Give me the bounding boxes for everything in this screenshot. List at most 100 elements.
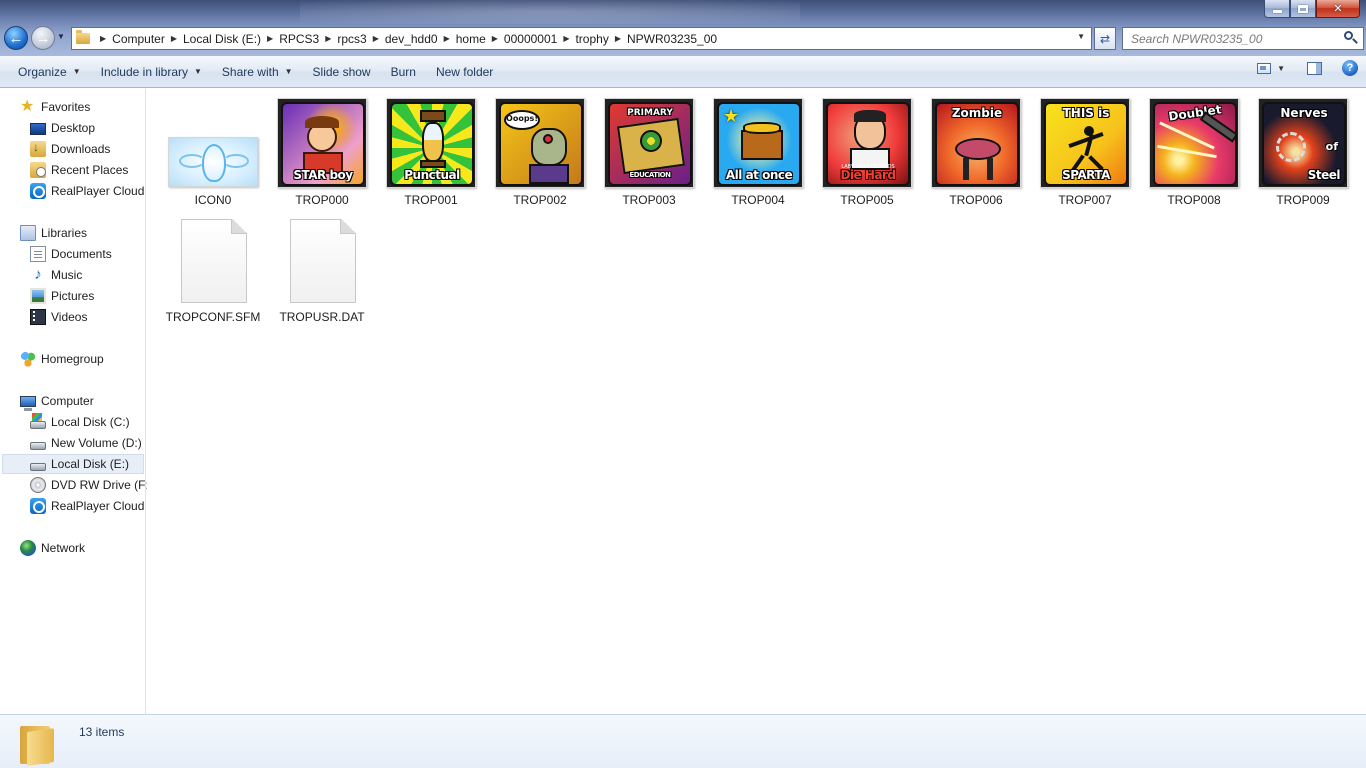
- breadcrumb-dev-hdd0[interactable]: dev_hdd0: [385, 32, 438, 46]
- nav-realplayer-cloud-favorite[interactable]: RealPlayer Cloud: [30, 181, 144, 201]
- breadcrumb-home[interactable]: home: [456, 32, 486, 46]
- nav-computer[interactable]: Computer: [20, 391, 94, 411]
- documents-icon: [30, 246, 46, 262]
- file-item[interactable]: TROPCONF.SFM: [163, 219, 263, 329]
- breadcrumb-separator-icon[interactable]: ▶: [367, 34, 385, 43]
- breadcrumb-computer[interactable]: Computer: [112, 32, 165, 46]
- nav-desktop[interactable]: Desktop: [30, 118, 95, 138]
- new-folder-button[interactable]: New folder: [426, 59, 503, 85]
- breadcrumb-separator-icon[interactable]: ▶: [319, 34, 337, 43]
- change-view-icon[interactable]: [1257, 62, 1272, 74]
- music-note-icon: ♪: [34, 266, 42, 283]
- include-in-library-menu[interactable]: Include in library ▼: [91, 59, 212, 85]
- icon0-emblem-image: [168, 137, 258, 187]
- breadcrumb-00000001[interactable]: 00000001: [504, 32, 557, 46]
- nav-libraries-label: Libraries: [41, 226, 88, 240]
- refresh-button[interactable]: ⇄: [1094, 27, 1116, 50]
- burn-button[interactable]: Burn: [381, 59, 426, 85]
- network-icon: [20, 540, 36, 556]
- nav-recent-places-label: Recent Places: [51, 163, 129, 177]
- file-item[interactable]: Nerves of Steel TROP009: [1253, 89, 1353, 214]
- nav-videos[interactable]: Videos: [30, 307, 87, 327]
- file-item[interactable]: TROPUSR.DAT: [272, 219, 372, 329]
- nav-local-disk-c[interactable]: Local Disk (C:): [30, 412, 130, 432]
- window-controls: ✕: [1264, 0, 1360, 18]
- close-button[interactable]: ✕: [1316, 0, 1360, 18]
- homegroup-icon: [20, 351, 36, 367]
- breadcrumb-trophy[interactable]: trophy: [575, 32, 608, 46]
- nav-realplayer-cloud-computer[interactable]: RealPlayer Cloud: [30, 496, 144, 516]
- file-item[interactable]: Punctual TROP001: [381, 89, 481, 214]
- nav-pictures[interactable]: Pictures: [30, 286, 94, 306]
- organize-menu[interactable]: Organize ▼: [8, 59, 91, 85]
- breadcrumb-npwr03235-00[interactable]: NPWR03235_00: [627, 32, 717, 46]
- address-bar[interactable]: ▶ Computer ▶ Local Disk (E:) ▶ RPCS3 ▶ r…: [71, 27, 1092, 50]
- nav-computer-label: Computer: [41, 394, 94, 408]
- nav-network[interactable]: Network: [20, 538, 85, 558]
- file-item[interactable]: ICON0: [163, 89, 263, 214]
- search-box[interactable]: [1122, 27, 1364, 50]
- nav-music[interactable]: ♪ Music: [30, 265, 82, 285]
- share-with-menu[interactable]: Share with ▼: [212, 59, 303, 85]
- minimize-button[interactable]: [1264, 0, 1290, 18]
- downloads-icon: [30, 140, 46, 157]
- item-count: 13 items: [79, 725, 125, 739]
- help-icon[interactable]: ?: [1342, 60, 1358, 76]
- file-item[interactable]: Zombie TROP006: [926, 89, 1026, 214]
- nav-documents[interactable]: Documents: [30, 244, 112, 264]
- breadcrumb-rpcs3-upper[interactable]: RPCS3: [279, 32, 319, 46]
- nav-libraries[interactable]: Libraries: [20, 223, 87, 243]
- nav-local-disk-e[interactable]: Local Disk (E:): [2, 454, 144, 474]
- nav-local-disk-e-label: Local Disk (E:): [51, 457, 130, 471]
- back-arrow-icon: ←: [8, 29, 24, 47]
- maximize-icon: [1298, 4, 1308, 13]
- breadcrumb-separator-icon[interactable]: ▶: [438, 34, 456, 43]
- file-item[interactable]: PRIMARY EDUCATION TROP003: [599, 89, 699, 214]
- view-options-dropdown-icon[interactable]: ▼: [1277, 64, 1285, 73]
- nav-music-label: Music: [51, 268, 83, 282]
- maximize-button[interactable]: [1290, 0, 1316, 18]
- file-item[interactable]: THIS is SPARTA TROP007: [1035, 89, 1135, 214]
- back-button[interactable]: ←: [4, 26, 28, 50]
- nav-dvd-rw-drive-f[interactable]: DVD RW Drive (F:): [30, 475, 153, 495]
- folder-icon: [20, 722, 56, 766]
- nav-favorites[interactable]: ★ Favorites: [20, 97, 90, 117]
- breadcrumb-separator-icon[interactable]: ▶: [486, 34, 504, 43]
- desktop-icon: [30, 123, 46, 135]
- forward-button[interactable]: →: [31, 26, 55, 50]
- breadcrumb-separator-icon[interactable]: ▶: [557, 34, 575, 43]
- file-name: TROP002: [513, 193, 567, 207]
- search-icon[interactable]: [1344, 31, 1358, 45]
- file-item[interactable]: Ooops! TROP002: [490, 89, 590, 214]
- trophy-thumbnail-image: Zombie: [931, 98, 1021, 188]
- search-input[interactable]: [1131, 31, 1331, 46]
- preview-pane-icon[interactable]: [1307, 61, 1322, 75]
- breadcrumb-separator-icon[interactable]: ▶: [609, 34, 627, 43]
- file-item[interactable]: ★ All at once TROP004: [708, 89, 808, 214]
- realplayer-cloud-icon: [30, 183, 46, 199]
- breadcrumb-separator-icon[interactable]: ▶: [165, 34, 183, 43]
- trophy-thumbnail-image: Nerves of Steel: [1258, 98, 1348, 188]
- breadcrumb-separator-icon[interactable]: ▶: [261, 34, 279, 43]
- trophy-thumbnail-image: PRIMARY EDUCATION: [604, 98, 694, 188]
- nav-new-volume-d[interactable]: New Volume (D:): [30, 433, 142, 453]
- slide-show-button[interactable]: Slide show: [303, 59, 381, 85]
- breadcrumb-rpcs3[interactable]: rpcs3: [337, 32, 366, 46]
- nav-realplayer-cloud-computer-label: RealPlayer Cloud: [51, 499, 145, 513]
- nav-downloads[interactable]: Downloads: [30, 139, 110, 159]
- nav-realplayer-cloud-label: RealPlayer Cloud: [51, 184, 145, 198]
- file-name: TROP000: [295, 193, 349, 207]
- nav-homegroup[interactable]: Homegroup: [20, 349, 104, 369]
- address-dropdown-icon[interactable]: ▼: [1077, 32, 1085, 41]
- breadcrumb-local-disk-e[interactable]: Local Disk (E:): [183, 32, 261, 46]
- nav-local-disk-c-label: Local Disk (C:): [51, 415, 130, 429]
- file-item[interactable]: Doublet TROP008: [1144, 89, 1244, 214]
- system-drive-icon: [30, 412, 46, 429]
- recent-pages-dropdown[interactable]: ▼: [57, 32, 65, 41]
- trophy-thumbnail-image: Ooops!: [495, 98, 585, 188]
- file-item[interactable]: STAR boy TROP000: [272, 89, 372, 214]
- nav-recent-places[interactable]: Recent Places: [30, 160, 128, 180]
- breadcrumb-separator-icon[interactable]: ▶: [94, 34, 112, 43]
- file-item[interactable]: LABYRINTH LEGENDS Die Hard TROP005: [817, 89, 917, 214]
- pictures-icon: [30, 288, 46, 304]
